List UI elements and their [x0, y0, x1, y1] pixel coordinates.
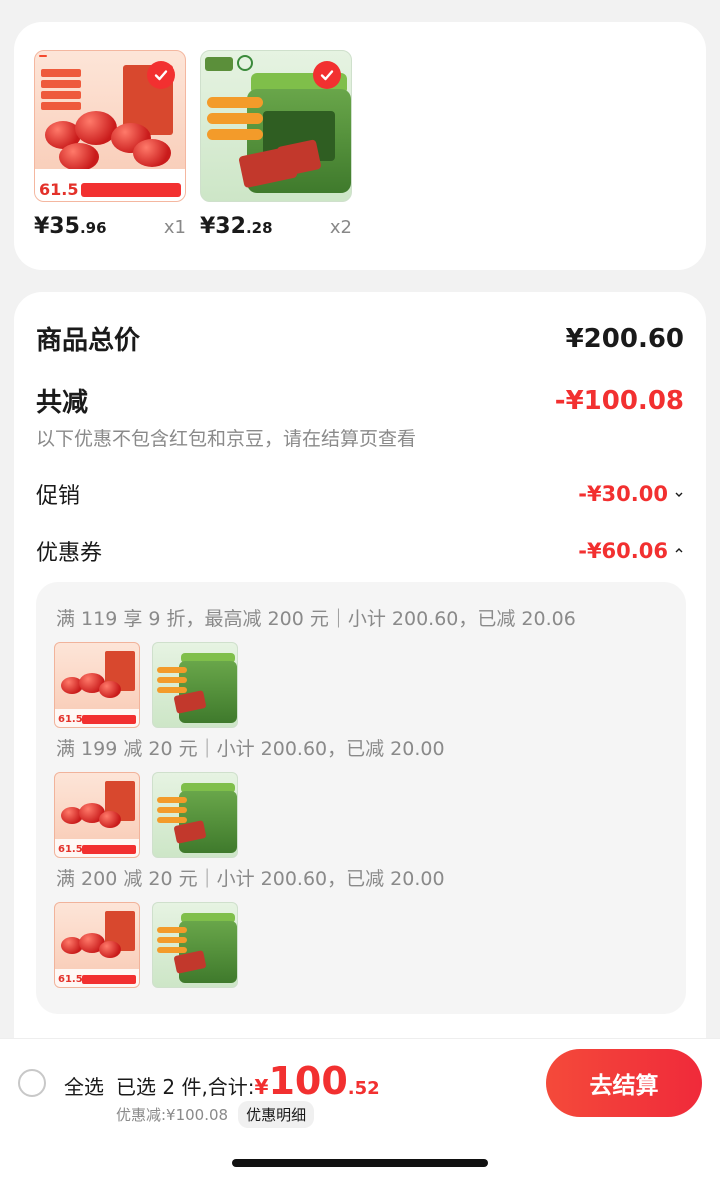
- date-fruit: [133, 139, 171, 167]
- promo-bar: [81, 183, 181, 197]
- promo-value-group: -¥30.00: [578, 482, 684, 506]
- reduce-value: -¥100.08: [554, 385, 684, 416]
- mini-price: 61.5: [58, 714, 83, 725]
- mini-thumb-jar: [152, 772, 238, 858]
- product-item[interactable]: 61.5 ¥35.96 x1: [34, 50, 186, 239]
- reduce-row: 共减 -¥100.08: [36, 382, 684, 419]
- coupon-product-row: 61.5: [54, 902, 238, 988]
- product-item[interactable]: ¥32.28 x2: [200, 50, 352, 239]
- total-summary: 已选 2 件,合计: ¥ 100 .52: [116, 1059, 380, 1103]
- product-price: ¥35.96: [34, 214, 107, 239]
- mini-thumb-dates: 61.5: [54, 642, 140, 728]
- amount-dec: .52: [347, 1078, 380, 1099]
- mini-thumb-dates: 61.5: [54, 772, 140, 858]
- promo-label: 促销: [36, 484, 81, 509]
- coupon-detail-box: 满 119 享 9 折，最高减 200 元｜小计 200.60，已减 20.06…: [36, 582, 686, 1014]
- checked-icon[interactable]: [147, 61, 175, 89]
- product-price: ¥32.28: [200, 214, 273, 239]
- price-decimal: .28: [245, 219, 273, 237]
- total-value: ¥200.60: [565, 323, 684, 354]
- date-fruit: [59, 143, 99, 171]
- coupon-value: -¥60.06: [578, 539, 668, 563]
- green-food-icon: [237, 55, 253, 71]
- price-main: ¥35: [34, 214, 80, 239]
- product-qty: x1: [163, 217, 186, 238]
- coupon-row[interactable]: 优惠券 -¥60.06: [36, 535, 684, 567]
- coupon-rule: 满 119 享 9 折，最高减 200 元｜小计 200.60，已减 20.06: [56, 608, 576, 630]
- reduce-note: 以下优惠不包含红包和京豆，请在结算页查看: [36, 428, 417, 450]
- promo-value: -¥30.00: [578, 482, 668, 506]
- product-image[interactable]: [200, 50, 352, 202]
- discount-text: 优惠减:¥100.08: [116, 1106, 229, 1124]
- total-label: 商品总价: [36, 326, 141, 356]
- price-banner: 61.5: [35, 169, 185, 201]
- brand-logo: [205, 57, 233, 71]
- select-all-label[interactable]: 全选: [64, 1071, 104, 1100]
- home-indicator[interactable]: [232, 1159, 488, 1167]
- coupon-product-row: 61.5: [54, 642, 238, 728]
- mini-thumb-jar: [152, 642, 238, 728]
- amount-int: 100: [268, 1059, 348, 1103]
- reduce-label: 共减: [36, 388, 89, 418]
- select-all-radio[interactable]: [18, 1069, 46, 1097]
- checked-icon[interactable]: [313, 61, 341, 89]
- selected-text: 已选 2 件,合计:: [116, 1075, 255, 1099]
- coupon-product-row: 61.5: [54, 772, 238, 858]
- feature-pill: [207, 113, 263, 124]
- discount-info: 优惠减:¥100.08 优惠明细: [116, 1101, 315, 1128]
- mini-thumb-jar: [152, 902, 238, 988]
- feature-pill: [207, 97, 263, 108]
- coupon-value-group: -¥60.06: [578, 539, 684, 563]
- mini-price: 61.5: [58, 974, 83, 985]
- chevron-down-icon[interactable]: [674, 489, 684, 499]
- promo-row[interactable]: 促销 -¥30.00: [36, 478, 684, 510]
- feature-lines: [41, 69, 81, 113]
- product-image[interactable]: 61.5: [34, 50, 186, 202]
- price-decimal: .96: [79, 219, 107, 237]
- checkout-button[interactable]: 去结算: [546, 1049, 702, 1117]
- feature-pill: [207, 129, 263, 140]
- discount-detail-button[interactable]: 优惠明细: [238, 1101, 315, 1128]
- currency-symbol: ¥: [254, 1075, 269, 1099]
- coupon-rule: 满 200 减 20 元｜小计 200.60，已减 20.00: [56, 868, 445, 890]
- mini-thumb-dates: 61.5: [54, 902, 140, 988]
- coupon-label: 优惠券: [36, 541, 103, 566]
- chevron-up-icon[interactable]: [674, 546, 684, 556]
- badge-price: 61.5: [39, 180, 79, 199]
- price-detail-card: 商品总价 ¥200.60 共减 -¥100.08 以下优惠不包含红包和京豆，请在…: [14, 292, 706, 1052]
- cart-products-card: 61.5 ¥35.96 x1 ¥32.28 x2: [14, 22, 706, 270]
- product-qty: x2: [329, 217, 352, 238]
- promo-tag: [39, 55, 47, 57]
- mini-price: 61.5: [58, 844, 83, 855]
- coupon-rule: 满 199 减 20 元｜小计 200.60，已减 20.00: [56, 738, 445, 760]
- total-row: 商品总价 ¥200.60: [36, 320, 684, 357]
- price-main: ¥32: [200, 214, 246, 239]
